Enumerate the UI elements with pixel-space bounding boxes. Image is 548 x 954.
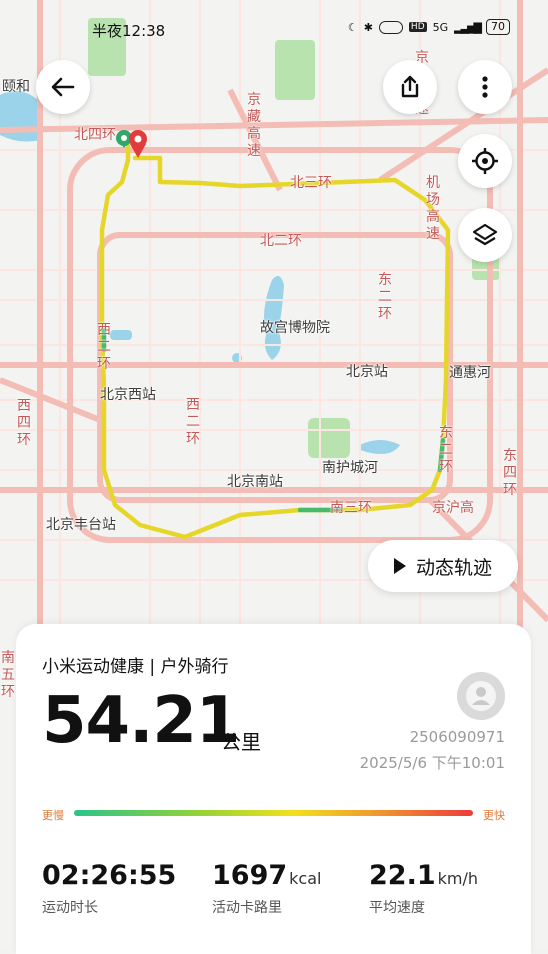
- map-label-nanhuchenghe: 南护城河: [322, 460, 378, 476]
- map-label-dongerhuan2: 东二环: [439, 425, 453, 475]
- battery-icon: 70: [486, 19, 510, 35]
- map-label-dongsihuan: 东四环: [503, 448, 517, 498]
- speed-gradient-legend: [74, 810, 473, 816]
- map-label-beijingzhan: 北京站: [346, 364, 388, 380]
- stat-speed: 22.1 km/h 平均速度: [369, 860, 478, 917]
- network-label: 5G: [432, 20, 449, 34]
- stat-speed-label: 平均速度: [369, 900, 425, 916]
- stat-speed-value: 22.1: [369, 860, 436, 891]
- map-label-dongerhuan: 东二环: [378, 272, 392, 322]
- share-button[interactable]: [383, 60, 437, 114]
- map-label-jichang: 机场高速: [426, 175, 440, 242]
- distance-value: 54.21: [42, 684, 240, 758]
- hd-icon: HD: [408, 22, 427, 32]
- map-label-jingzang: 京藏高速: [247, 92, 261, 159]
- map-label-gugong: 故宫博物院: [260, 320, 330, 336]
- stat-calories-value: 1697: [212, 860, 288, 891]
- stat-calories-label: 活动卡路里: [212, 900, 282, 916]
- map-label-beijingxizhan: 北京西站: [100, 387, 156, 403]
- map-label-yiheyuan: 颐和: [2, 79, 30, 95]
- back-button[interactable]: [36, 60, 90, 114]
- bluetooth-icon: ✱: [363, 20, 373, 34]
- map-label-beijingnanzhan: 北京南站: [227, 474, 283, 490]
- locate-icon: [472, 148, 498, 174]
- play-icon: [393, 558, 406, 574]
- stat-calories: 1697 kcal 活动卡路里: [212, 860, 321, 917]
- status-time: 半夜12:38: [92, 22, 166, 40]
- more-vertical-icon: [482, 76, 488, 98]
- map-label-xierhuan: 西二环: [97, 322, 111, 372]
- record-time: 2025/5/6 下午10:01: [359, 754, 505, 772]
- moon-icon: ☾: [347, 20, 358, 34]
- map-label-xisihuan: 西四环: [17, 398, 31, 448]
- stat-duration-value: 02:26:55: [42, 860, 177, 891]
- map-label-tonghuihe: 通惠河: [449, 365, 491, 381]
- map-label-jinghu: 京沪高: [432, 500, 474, 516]
- map-label-beierhuan: 北二环: [260, 233, 302, 249]
- avatar-icon: [457, 672, 505, 720]
- map-label-beisihuan: 北四环: [74, 127, 116, 143]
- share-icon: [401, 75, 419, 98]
- map-label-nanwuhuan: 南五环: [1, 650, 15, 700]
- replay-track-button[interactable]: 动态轨迹: [368, 540, 518, 592]
- workout-title: 小米运动健康 | 户外骑行: [42, 657, 229, 677]
- layers-icon: [472, 223, 498, 246]
- workout-summary-card: 小米运动健康 | 户外骑行 54.21 公里 2506090971 2025/5…: [16, 624, 531, 954]
- distance-unit: 公里: [221, 730, 261, 754]
- more-button[interactable]: [458, 60, 512, 114]
- stat-duration-label: 运动时长: [42, 900, 98, 916]
- speed-fast-label: 更快: [483, 809, 505, 822]
- map-label-beijingfengtaizhan: 北京丰台站: [46, 517, 116, 533]
- replay-track-label: 动态轨迹: [415, 556, 492, 579]
- map-label-nansanhuan: 南三环: [330, 500, 372, 516]
- signal-icon: ▂▃▅▇: [454, 20, 482, 34]
- toggle-icon: [378, 20, 403, 34]
- layers-button[interactable]: [458, 208, 512, 262]
- arrow-left-icon: [51, 77, 75, 97]
- status-icons: ☾ ✱ HD 5G ▂▃▅▇ 70: [348, 19, 510, 35]
- stat-duration: 02:26:55 运动时长: [42, 860, 176, 917]
- speed-slow-label: 更慢: [42, 809, 64, 822]
- map-label-xierhuan2: 西二环: [186, 397, 200, 447]
- stat-calories-unit: kcal: [289, 869, 322, 888]
- record-id: 2506090971: [409, 728, 505, 746]
- map-label-beisanhuan: 北三环: [290, 175, 332, 191]
- stat-speed-unit: km/h: [437, 869, 479, 888]
- avatar[interactable]: [457, 672, 505, 720]
- status-bar: 半夜12:38 ☾ ✱ HD 5G ▂▃▅▇ 70: [0, 0, 548, 50]
- locate-button[interactable]: [458, 134, 512, 188]
